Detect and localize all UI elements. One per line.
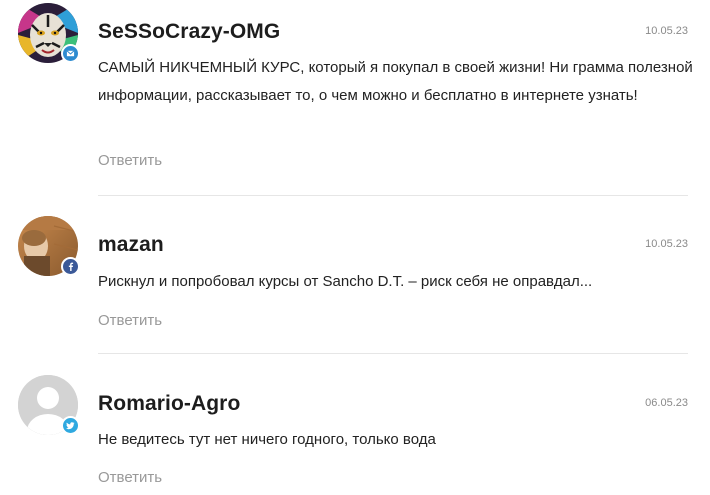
reply-button[interactable]: Ответить (98, 469, 162, 486)
comment-author[interactable]: SeSSoCrazy-OMG (98, 20, 280, 44)
avatar[interactable] (18, 375, 80, 437)
comment-text: Рискнул и попробовал курсы от Sancho D.T… (98, 273, 593, 290)
facebook-icon (61, 257, 80, 276)
comment-item: Romario-Agro 06.05.23 Не ведитесь тут не… (18, 375, 688, 495)
comment-author[interactable]: Romario-Agro (98, 392, 240, 416)
reply-button[interactable]: Ответить (98, 312, 162, 329)
mail-icon (61, 44, 80, 63)
comment-date: 10.05.23 (645, 25, 688, 37)
comment-item: SeSSoCrazy-OMG 10.05.23 САМЫЙ НИКЧЕМНЫЙ … (18, 3, 693, 183)
comment-item: mazan 10.05.23 Рискнул и попробовал курс… (18, 216, 688, 336)
comment-divider (98, 353, 688, 354)
avatar[interactable] (18, 216, 80, 278)
comment-divider (98, 195, 688, 196)
avatar[interactable] (18, 3, 80, 65)
comment-date: 06.05.23 (645, 397, 688, 409)
twitter-icon (61, 416, 80, 435)
reply-button[interactable]: Ответить (98, 152, 162, 169)
comment-date: 10.05.23 (645, 238, 688, 250)
comment-author[interactable]: mazan (98, 233, 164, 257)
comment-text: Не ведитесь тут нет ничего годного, толь… (98, 431, 436, 448)
comment-text: САМЫЙ НИКЧЕМНЫЙ КУРС, который я покупал … (98, 59, 693, 104)
